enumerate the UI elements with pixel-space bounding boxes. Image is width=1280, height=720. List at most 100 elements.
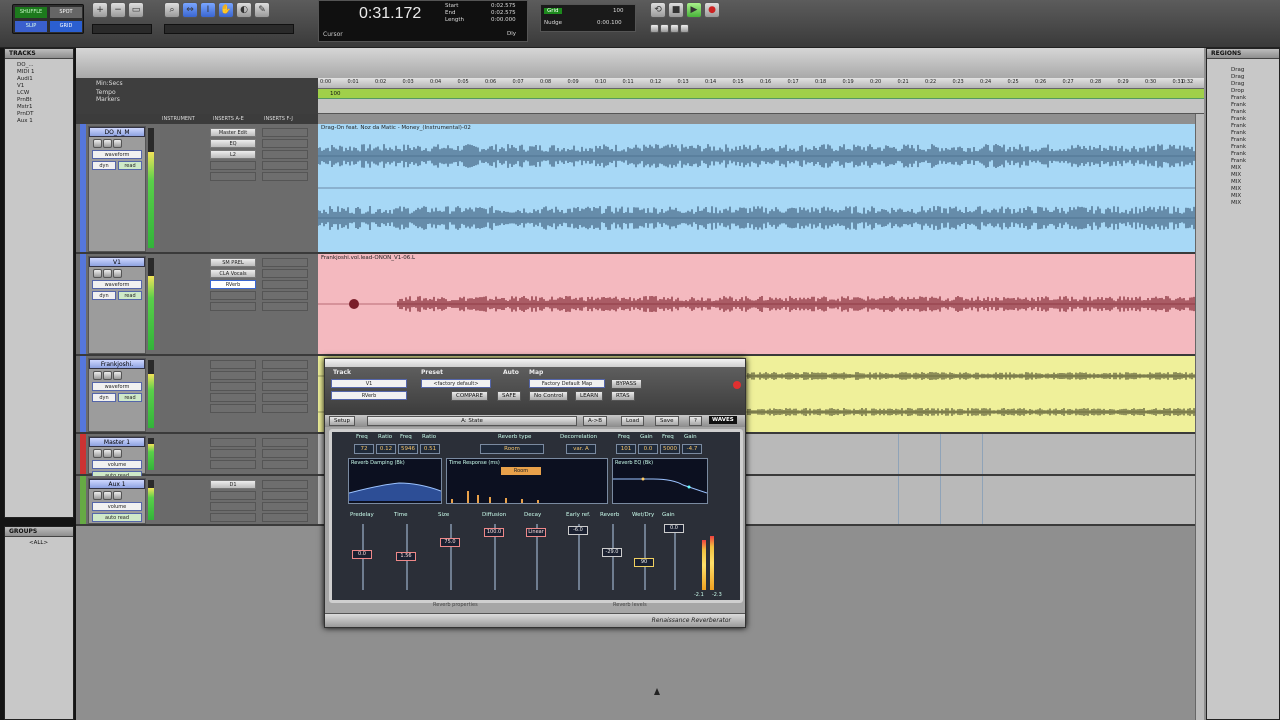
forward-icon[interactable]	[670, 24, 679, 33]
insert-slot[interactable]	[210, 491, 256, 500]
region-list-item[interactable]: Drag	[1231, 74, 1277, 81]
reverb-fader-handle[interactable]: 0.0	[352, 550, 372, 559]
insert-slot[interactable]: SM PREL	[210, 258, 256, 267]
track-list-item[interactable]: V1	[17, 83, 71, 90]
insert-slot[interactable]	[262, 302, 308, 311]
insert-slot[interactable]	[262, 291, 308, 300]
edit-mode-grid[interactable]: GRID	[50, 21, 82, 32]
track-name[interactable]: Aux 1	[89, 479, 145, 489]
markers-ruler[interactable]	[318, 99, 1204, 114]
track-view-select[interactable]: volume	[92, 502, 142, 511]
plugin-titlebar[interactable]	[325, 359, 745, 367]
region-list-item[interactable]: MIX	[1231, 193, 1277, 200]
insert-slot[interactable]	[210, 393, 256, 402]
time-response-graph[interactable]: Time Response (ms) Room	[446, 458, 608, 504]
damping-param-value[interactable]: 5946	[398, 444, 418, 454]
track-list-item[interactable]: Audi1	[17, 76, 71, 83]
region-list-item[interactable]: Drop	[1231, 88, 1277, 95]
insert-slot[interactable]	[210, 172, 256, 181]
mute-icon[interactable]	[113, 491, 122, 500]
go-to-end-icon[interactable]	[680, 24, 689, 33]
insert-slot[interactable]: L2	[210, 150, 256, 159]
insert-slot[interactable]	[210, 291, 256, 300]
mute-icon[interactable]	[113, 139, 122, 148]
load-button[interactable]: Load	[621, 416, 645, 426]
region-list-item[interactable]: MIX	[1231, 186, 1277, 193]
reverb-type-value[interactable]: Room	[480, 444, 544, 454]
track-playlist[interactable]: Frankjoshi.vol.lead-ONON_V1-06.L	[318, 254, 1195, 356]
track-name[interactable]: Frankjoshi.	[89, 359, 145, 369]
reverb-fader-handle[interactable]: 75.0	[440, 538, 460, 547]
insert-slot[interactable]	[262, 480, 308, 489]
region-list-item[interactable]: MIX	[1231, 179, 1277, 186]
insert-slot[interactable]	[262, 438, 308, 447]
record-icon[interactable]: ●	[704, 2, 720, 18]
insert-slot[interactable]	[262, 150, 308, 159]
zoom-preset-icon[interactable]: ▭	[128, 2, 144, 18]
region-list-item[interactable]: Frank	[1231, 95, 1277, 102]
zoom-out-icon[interactable]: −	[110, 2, 126, 18]
insert-slot[interactable]	[210, 460, 256, 469]
insert-slot[interactable]	[262, 460, 308, 469]
insert-slot[interactable]	[262, 491, 308, 500]
pencil-tool-icon[interactable]: ✎	[254, 2, 270, 18]
plugin-close-icon[interactable]	[733, 381, 741, 389]
insert-slot[interactable]	[262, 360, 308, 369]
eq-param-value[interactable]: -4.7	[682, 444, 702, 454]
decorrelation-value[interactable]: var. A	[566, 444, 596, 454]
region-list-item[interactable]: Frank	[1231, 158, 1277, 165]
end-value[interactable]: 0:02.575	[491, 10, 516, 16]
track-automation-select[interactable]: read	[118, 161, 142, 170]
back-icon[interactable]	[660, 24, 669, 33]
damping-param-value[interactable]: 0.12	[376, 444, 396, 454]
stop-icon[interactable]: ■	[668, 2, 684, 18]
insert-slot[interactable]	[210, 382, 256, 391]
no-control-button[interactable]: No Control	[529, 391, 569, 401]
mix-fader-handle[interactable]: -6.0	[568, 526, 588, 535]
tempo-ruler[interactable]: 100	[318, 89, 1204, 99]
eq-param-value[interactable]: 101	[616, 444, 636, 454]
insert-slot[interactable]	[210, 371, 256, 380]
track-list-item[interactable]: Mstr1	[17, 104, 71, 111]
solo-icon[interactable]	[103, 371, 112, 380]
state-button[interactable]: A: State	[367, 416, 577, 426]
rewind-icon[interactable]: ⟲	[650, 2, 666, 18]
help-button[interactable]: ?	[689, 416, 702, 426]
selector-tool-icon[interactable]: I	[200, 2, 216, 18]
nudge-value[interactable]: 0:00.100	[597, 20, 622, 26]
track-dyn-button[interactable]: dyn	[92, 161, 116, 170]
vertical-scrollbar[interactable]	[1195, 114, 1204, 720]
track-view-select[interactable]: waveform	[92, 280, 142, 289]
reverb-damping-graph[interactable]: Reverb Damping (Bk)	[348, 458, 442, 504]
reverb-fader-handle[interactable]: 1.56	[396, 552, 416, 561]
insert-slot[interactable]	[262, 371, 308, 380]
region-list-item[interactable]: Frank	[1231, 102, 1277, 109]
region-list-item[interactable]: Frank	[1231, 123, 1277, 130]
main-counter[interactable]: 0:31.172	[359, 5, 421, 23]
insert-slot[interactable]	[262, 280, 308, 289]
nudge-label[interactable]: Nudge	[544, 20, 562, 26]
eq-param-value[interactable]: 0.0	[638, 444, 658, 454]
region-list-item[interactable]: Frank	[1231, 116, 1277, 123]
insert-slot[interactable]	[262, 404, 308, 413]
mix-fader-handle[interactable]: 90	[634, 558, 654, 567]
plugin-preset-select[interactable]: <factory default>	[421, 379, 491, 388]
region-list-item[interactable]: MIX	[1231, 200, 1277, 207]
track-name[interactable]: V1	[89, 257, 145, 267]
plugin-track-select[interactable]: V1	[331, 379, 407, 388]
damping-param-value[interactable]: 0.51	[420, 444, 440, 454]
track-view-select[interactable]: waveform	[92, 150, 142, 159]
mute-icon[interactable]	[113, 269, 122, 278]
length-value[interactable]: 0:00.000	[491, 17, 516, 23]
go-to-start-icon[interactable]	[650, 24, 659, 33]
insert-slot[interactable]	[262, 258, 308, 267]
grid-value[interactable]: 100	[613, 8, 624, 14]
track-automation-select[interactable]: auto read	[92, 513, 142, 522]
reverb-eq-graph[interactable]: Reverb EQ (Bk)	[612, 458, 708, 504]
insert-slot[interactable]	[262, 382, 308, 391]
scrubber-tool-icon[interactable]: ◐	[236, 2, 252, 18]
track-list-item[interactable]: PrnDT	[17, 111, 71, 118]
track-list-item[interactable]: PrnBt	[17, 97, 71, 104]
insert-slot[interactable]	[210, 360, 256, 369]
record-enable-icon[interactable]	[93, 269, 102, 278]
